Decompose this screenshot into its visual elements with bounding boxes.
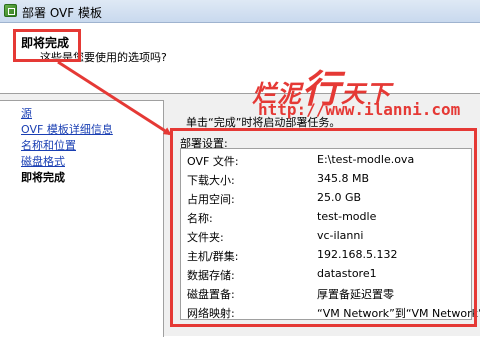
- annotation-arrow: [57, 60, 172, 136]
